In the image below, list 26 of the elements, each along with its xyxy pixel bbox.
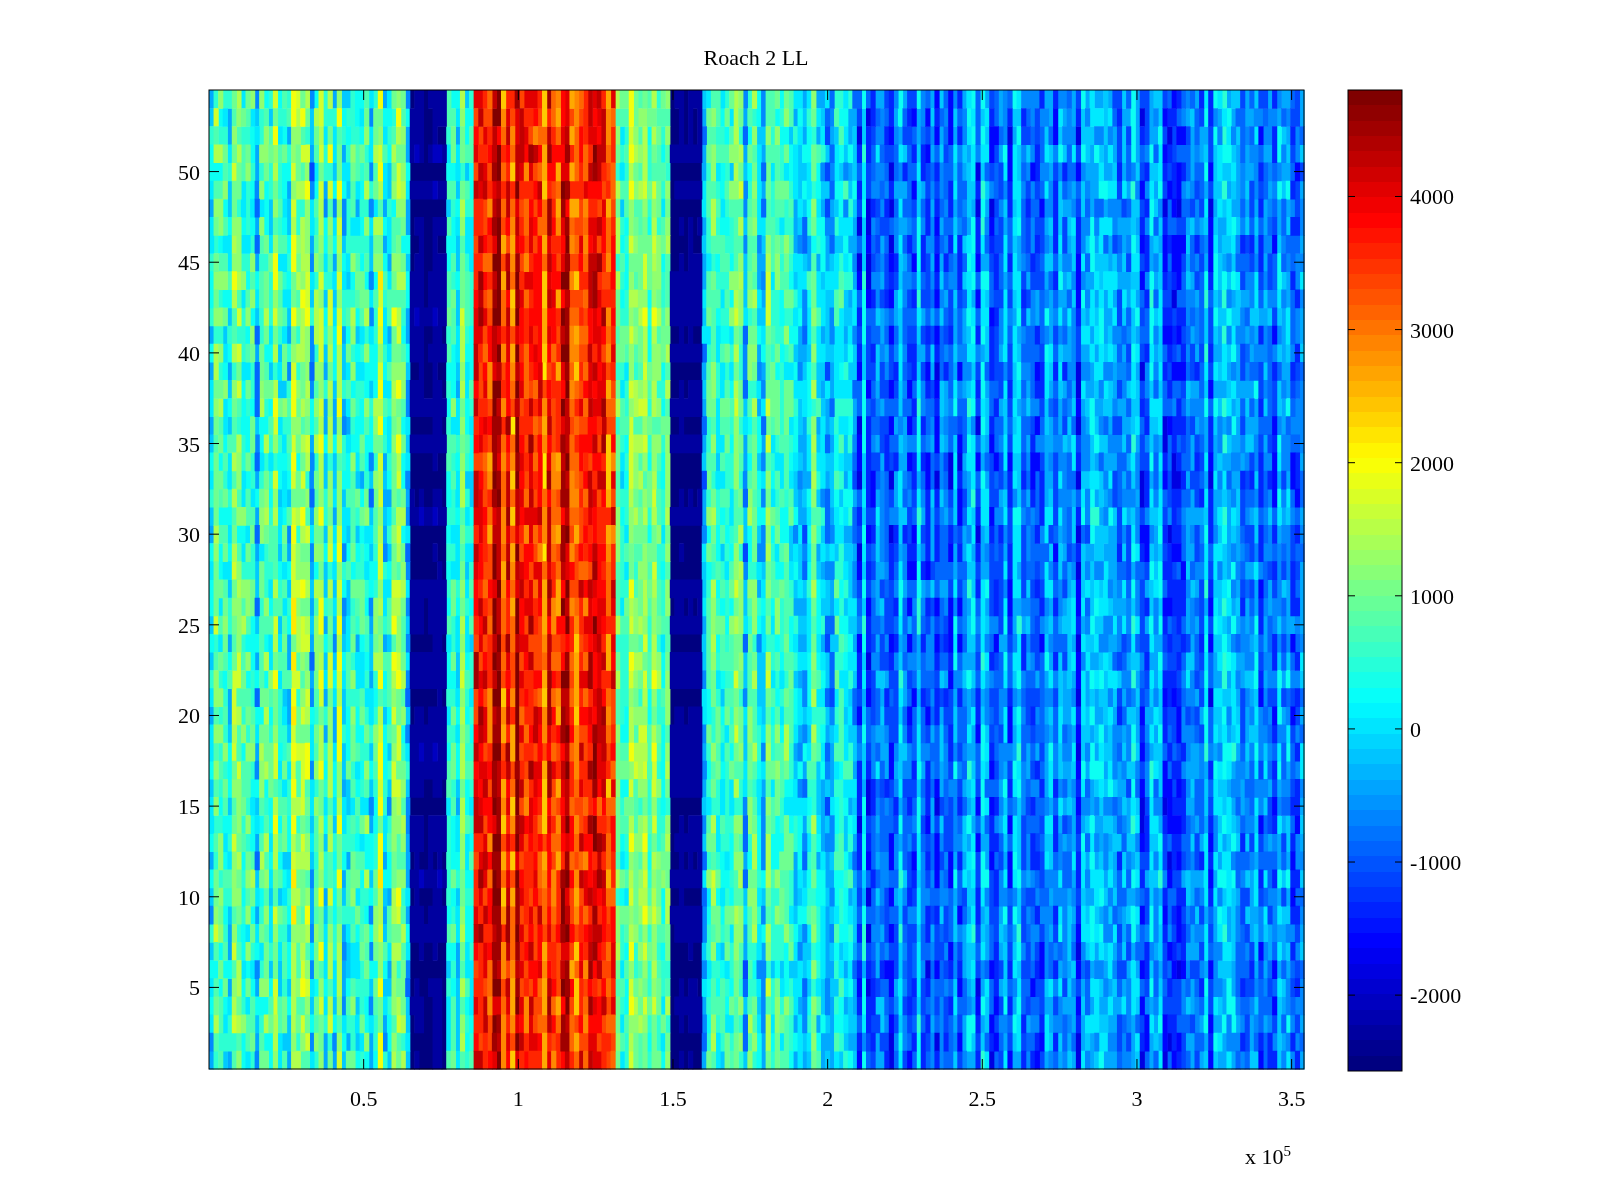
y-tick-label: 40 (178, 340, 200, 366)
x-tick-label: 2.5 (968, 1086, 997, 1111)
colorbar-tick-label: 0 (1410, 716, 1421, 742)
x-tick-label: 0.5 (349, 1086, 378, 1111)
colorbar-tick-label: 4000 (1410, 184, 1454, 210)
colorbar-tick-label: 3000 (1410, 317, 1454, 343)
y-tick-label: 10 (178, 884, 200, 910)
colorbar-tick-label: -1000 (1410, 850, 1462, 875)
y-tick-label: 35 (178, 431, 200, 457)
y-tick-label: 5 (189, 975, 200, 1001)
axis-multiplier: x 10$^{5}$ (1245, 1143, 1291, 1169)
x-tick-label: 3 (1131, 1086, 1143, 1111)
y-tick-label: 25 (178, 612, 200, 638)
chart-title: Roach 2 LL (703, 45, 809, 70)
colorbar-tick-label: 1000 (1410, 583, 1454, 609)
y-tick-label: 15 (178, 794, 200, 820)
y-tick-label: 50 (178, 159, 200, 185)
x-tick-label: 1.5 (659, 1086, 687, 1111)
x-tick-label: 3.5 (1277, 1086, 1306, 1111)
y-tick-label: 20 (178, 703, 200, 729)
y-tick-label: 45 (178, 250, 200, 276)
y-tick-label: 30 (178, 522, 200, 548)
colorbar-tick-label: -2000 (1410, 983, 1462, 1009)
colorbar-tick-label: 2000 (1410, 450, 1454, 476)
x-tick-label: 1 (512, 1086, 524, 1111)
x-tick-label: 2 (822, 1086, 834, 1111)
